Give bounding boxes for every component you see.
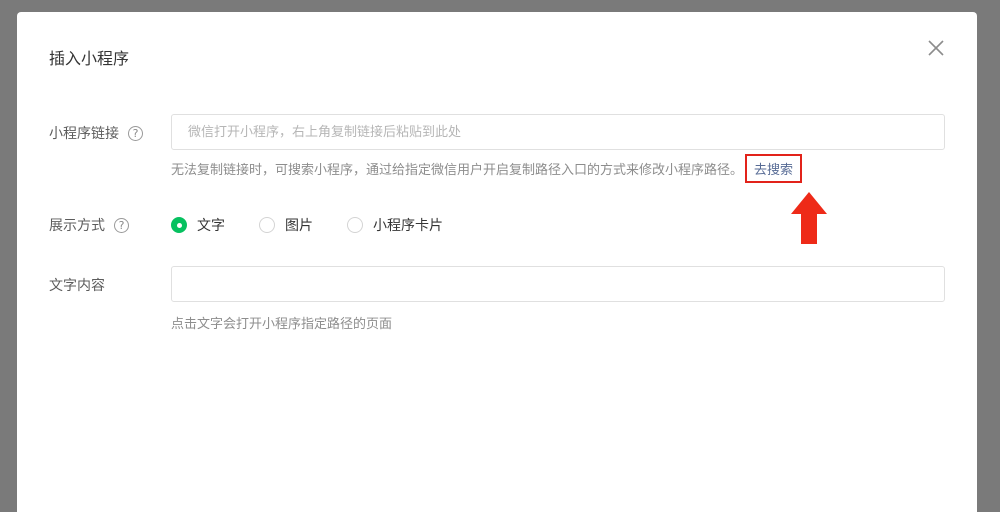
- radio-checked-icon: [171, 217, 187, 233]
- text-content-hint-row: 点击文字会打开小程序指定路径的页面: [171, 313, 392, 332]
- display-mode-label: 展示方式: [49, 218, 105, 234]
- close-icon[interactable]: [925, 37, 947, 59]
- dialog-title: 插入小程序: [49, 49, 130, 68]
- link-field-label-row: 小程序链接 ?: [49, 123, 143, 143]
- link-hint-text: 无法复制链接时，可搜索小程序，通过给指定微信用户开启复制路径入口的方式来修改小程…: [171, 163, 744, 178]
- radio-mini-program-card[interactable]: 小程序卡片: [347, 215, 443, 235]
- text-content-label: 文字内容: [49, 278, 105, 294]
- display-mode-label-row: 展示方式 ?: [49, 215, 129, 235]
- radio-text[interactable]: 文字: [171, 215, 225, 235]
- go-search-link[interactable]: 去搜索: [754, 163, 793, 178]
- red-arrow-up-icon: [791, 192, 827, 248]
- radio-label: 图片: [285, 218, 313, 234]
- radio-image[interactable]: 图片: [259, 215, 313, 235]
- help-icon[interactable]: ?: [128, 125, 143, 141]
- mini-program-link-input[interactable]: [171, 114, 945, 150]
- link-field-label: 小程序链接: [49, 126, 119, 142]
- display-mode-radio-group: 文字 图片 小程序卡片: [171, 215, 477, 235]
- text-content-hint: 点击文字会打开小程序指定路径的页面: [171, 317, 393, 332]
- search-link-highlight: 去搜索: [745, 154, 803, 183]
- radio-unchecked-icon: [347, 217, 363, 233]
- help-icon[interactable]: ?: [114, 217, 129, 233]
- radio-label: 小程序卡片: [373, 218, 443, 234]
- text-content-label-row: 文字内容: [49, 275, 105, 295]
- text-content-input[interactable]: [171, 266, 945, 302]
- link-hint-row: 无法复制链接时，可搜索小程序，通过给指定微信用户开启复制路径入口的方式来修改小程…: [171, 154, 803, 183]
- insert-mini-program-dialog: 插入小程序 小程序链接 ? 无法复制链接时，可搜索小程序，通过给指定微信用户开启…: [17, 12, 977, 512]
- radio-label: 文字: [197, 218, 225, 234]
- radio-unchecked-icon: [259, 217, 275, 233]
